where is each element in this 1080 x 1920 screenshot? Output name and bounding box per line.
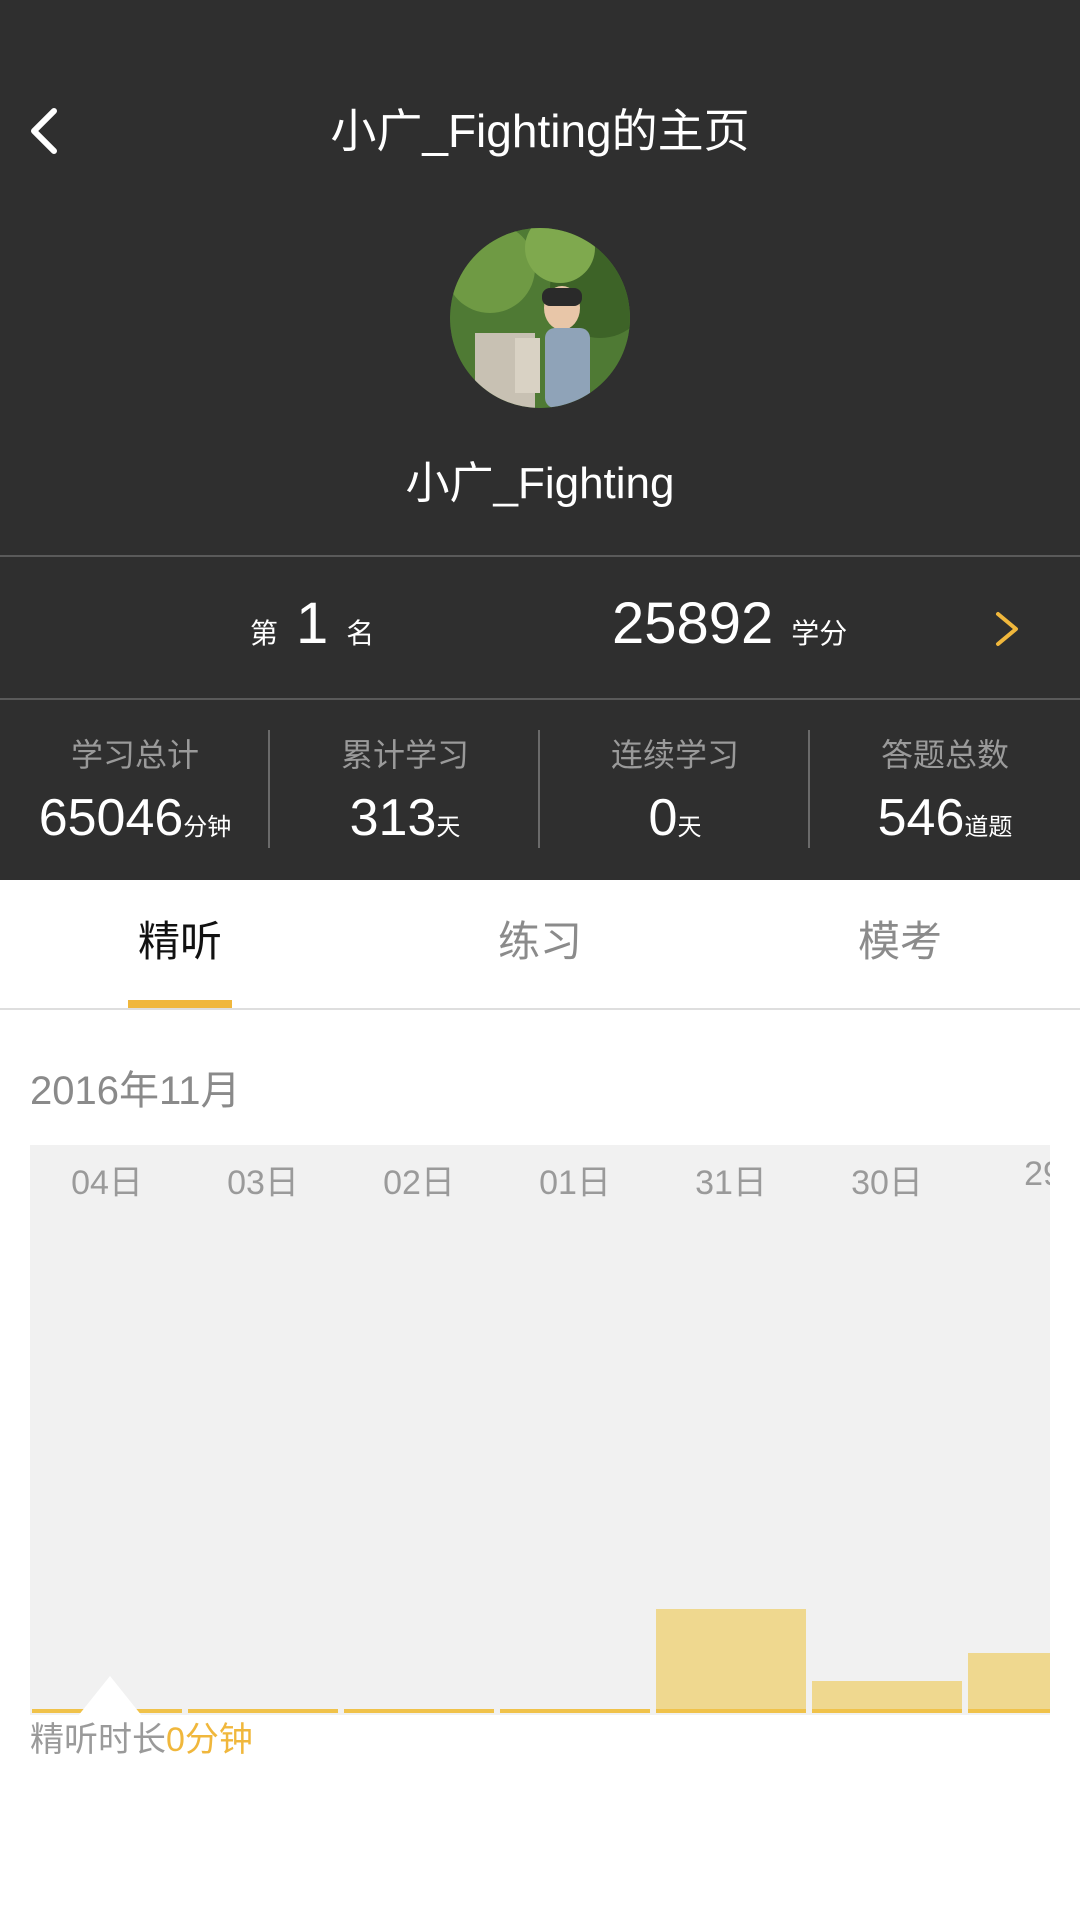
day-label: 02日 (383, 1164, 455, 1202)
divider (0, 1008, 1080, 1010)
stat-cumulative-days: 累计学习 313天 (270, 700, 540, 880)
stat-label: 答题总数 (880, 737, 1009, 773)
stat-unit: 天 (677, 814, 702, 841)
day-label: 04日 (71, 1164, 143, 1202)
summary-value: 0分钟 (166, 1721, 253, 1759)
selected-day-pointer (78, 1676, 142, 1716)
day-label: 29 (1024, 1155, 1050, 1193)
stat-number: 0 (648, 789, 678, 847)
day-bar-baseline (968, 1709, 1050, 1713)
stat-value: 546道题 (810, 788, 1080, 848)
stat-number: 65046 (38, 789, 184, 847)
rank-prefix: 第 (250, 618, 279, 649)
page-title: 小广_Fighting的主页 (330, 105, 750, 157)
day-label: 01日 (539, 1164, 611, 1202)
stat-value: 65046分钟 (0, 788, 270, 848)
summary-label: 精听时长 (30, 1721, 166, 1759)
stat-value: 0天 (540, 788, 810, 848)
stat-separator (808, 730, 810, 848)
divider (0, 555, 1080, 557)
day-label: 03日 (227, 1164, 299, 1202)
listening-summary: 精听时长0分钟 (30, 1712, 253, 1761)
day-bar[interactable] (968, 1653, 1050, 1713)
active-tab-indicator (128, 1000, 232, 1008)
stat-number: 546 (877, 789, 965, 847)
rank-value: 1 (296, 591, 329, 656)
stat-number: 313 (349, 789, 437, 847)
rank-suffix: 名 (346, 618, 375, 649)
month-label: 2016年11月 (30, 1069, 241, 1113)
day-label: 30日 (851, 1164, 923, 1202)
stats-row: 学习总计 65046分钟 累计学习 313天 连续学习 0天 答题总数 546道… (0, 700, 1080, 880)
tab-bar: 精听 练习 模考 (0, 880, 1080, 1008)
day-label: 31日 (695, 1164, 767, 1202)
day-bar-baseline (812, 1709, 962, 1713)
daily-listening-chart[interactable]: 04日 03日 02日 01日 31日 30日 29 (30, 1145, 1050, 1715)
credits-value: 25892 (612, 591, 774, 656)
day-bar-baseline (500, 1709, 650, 1713)
chevron-left-icon (31, 108, 57, 154)
day-bar[interactable] (656, 1609, 806, 1713)
stat-unit: 道题 (964, 814, 1013, 841)
stat-label: 累计学习 (340, 737, 469, 773)
tab-mock-exam[interactable]: 模考 (720, 880, 1080, 1008)
stat-value: 313天 (270, 788, 540, 848)
rank-row[interactable]: 第1名 25892 学分 (0, 558, 1080, 698)
stat-label: 学习总计 (70, 737, 199, 773)
stat-total-minutes: 学习总计 65046分钟 (0, 700, 270, 880)
stat-unit: 天 (436, 814, 461, 841)
credits: 25892 学分 (612, 590, 847, 657)
stat-separator (268, 730, 270, 848)
day-bar-baseline (344, 1709, 494, 1713)
rank: 第1名 (250, 590, 374, 657)
avatar[interactable] (450, 228, 630, 408)
stat-streak-days: 连续学习 0天 (540, 700, 810, 880)
day-bar-baseline (656, 1709, 806, 1713)
stat-label: 连续学习 (610, 737, 739, 773)
stat-separator (538, 730, 540, 848)
back-button[interactable] (18, 95, 78, 165)
stat-total-questions: 答题总数 546道题 (810, 700, 1080, 880)
credits-unit: 学分 (791, 618, 848, 649)
username: 小广_Fighting (405, 459, 675, 508)
stat-unit: 分钟 (183, 814, 232, 841)
chevron-right-icon[interactable] (990, 610, 1024, 648)
avatar-photo (450, 228, 630, 408)
tab-intensive-listening[interactable]: 精听 (0, 880, 360, 1008)
tab-practice[interactable]: 练习 (360, 880, 720, 1008)
